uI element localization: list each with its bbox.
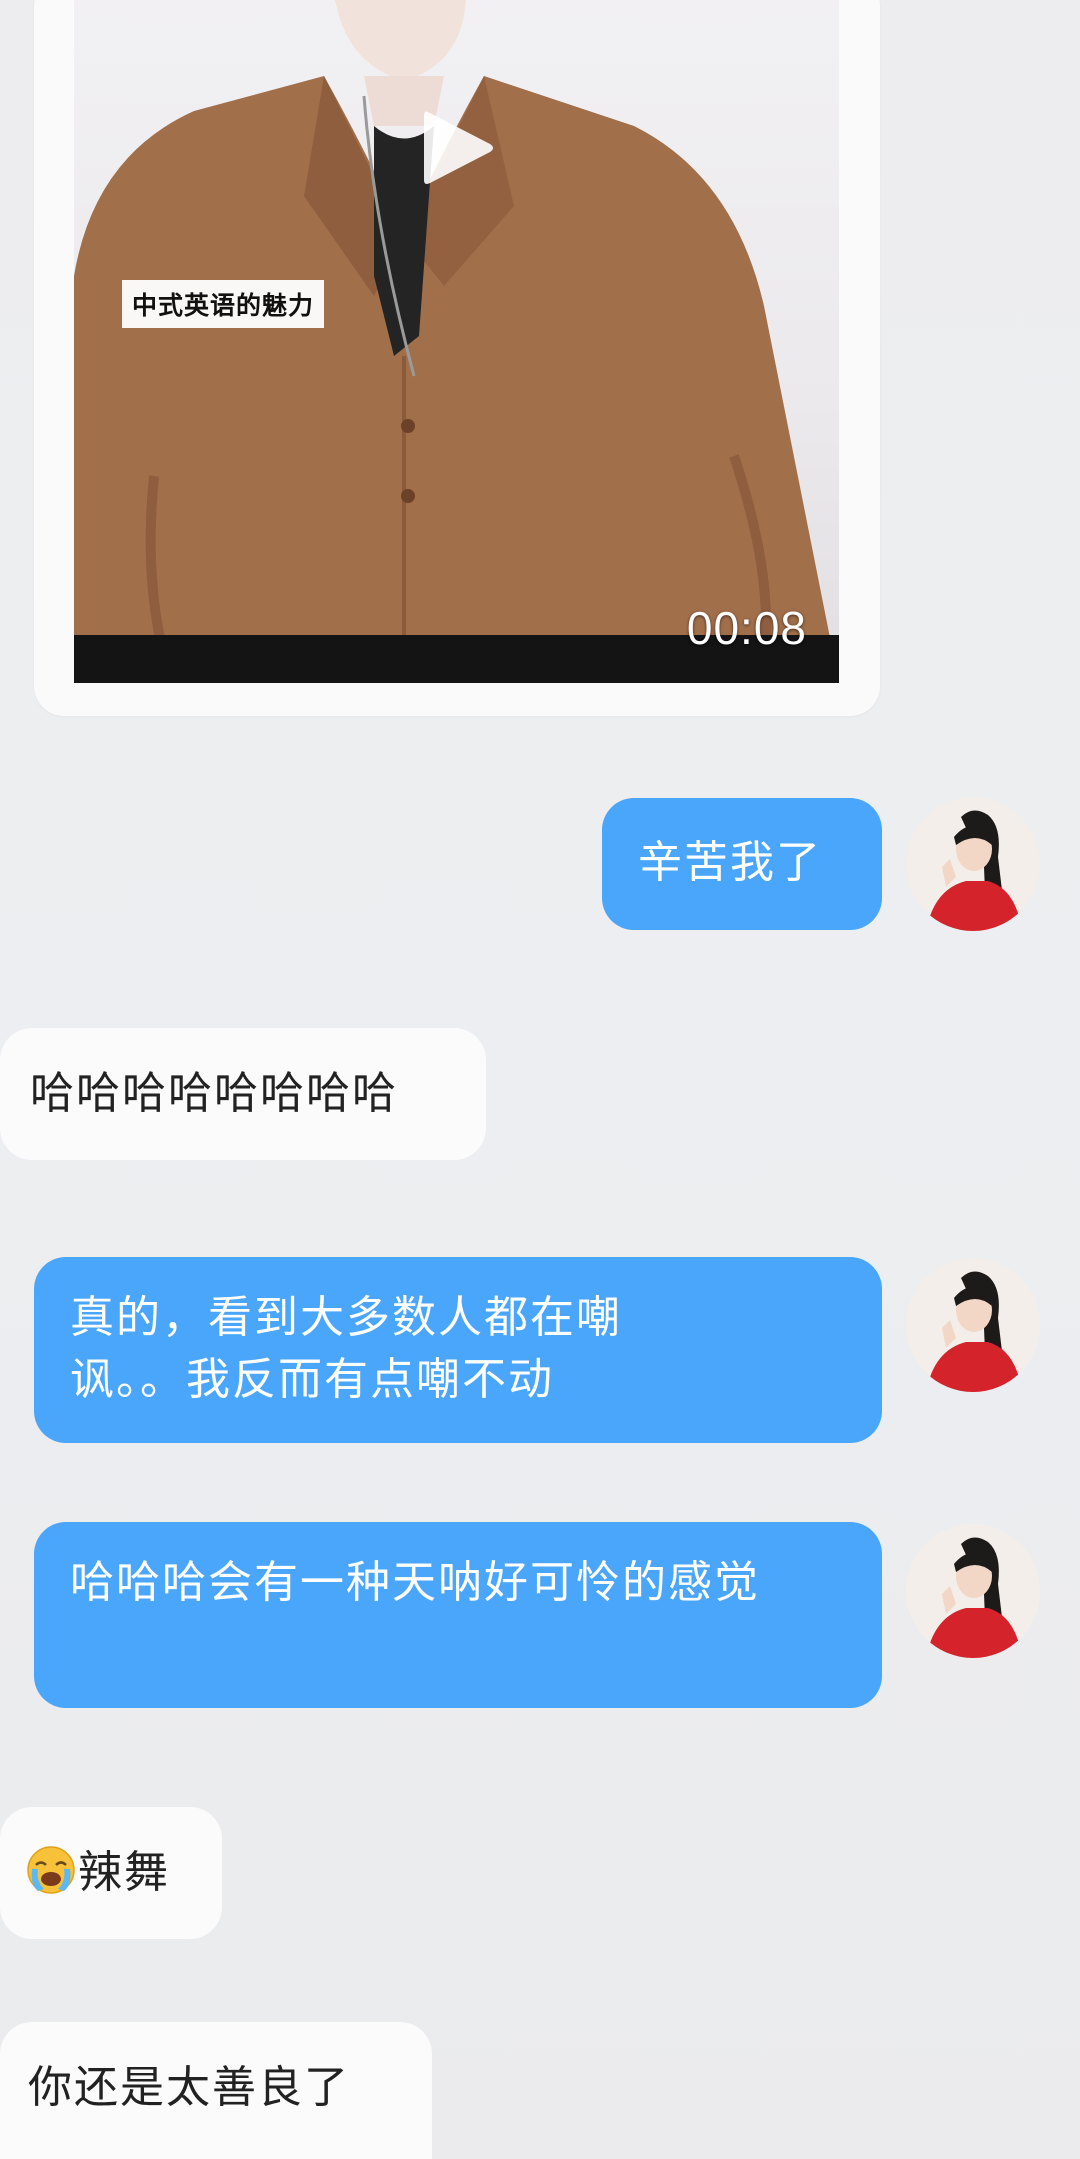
message-text: 真的，看到大多数人都在嘲讽。。我反而有点嘲不动 — [70, 1292, 622, 1405]
video-caption: 中式英语的魅力 — [122, 280, 325, 328]
video-thumbnail[interactable]: 中式英语的魅力 00:08 — [74, 0, 839, 683]
avatar[interactable] — [906, 1524, 1040, 1658]
message-text: 你还是太善良了 — [28, 2062, 350, 2113]
avatar-image — [906, 797, 1040, 931]
loudly-crying-face-icon — [27, 1846, 75, 1894]
message-bubble-outgoing[interactable]: 辛苦我了 — [602, 798, 882, 930]
video-duration: 00:08 — [686, 602, 807, 654]
message-text: 哈哈哈会有一种天呐好可怜的感觉 — [70, 1557, 760, 1608]
message-bubble-incoming[interactable]: 辣舞 — [0, 1807, 222, 1939]
video-thumbnail-image — [74, 0, 839, 683]
avatar-image — [906, 1258, 1040, 1392]
video-message[interactable]: 中式英语的魅力 00:08 — [34, 0, 880, 716]
avatar[interactable] — [906, 797, 1040, 931]
message-text: 辛苦我了 — [638, 837, 822, 888]
message-bubble-incoming[interactable]: 你还是太善良了 — [0, 2022, 432, 2159]
avatar-image — [906, 1524, 1040, 1658]
message-bubble-outgoing[interactable]: 哈哈哈会有一种天呐好可怜的感觉 — [34, 1522, 882, 1708]
message-text: 辣舞 — [78, 1847, 170, 1898]
chat-thread[interactable]: 中式英语的魅力 00:08 辛苦我了 哈哈哈哈哈哈哈哈 真的，看到大多数人都在嘲… — [0, 0, 1080, 2159]
message-text: 哈哈哈哈哈哈哈哈 — [30, 1068, 398, 1119]
message-bubble-outgoing[interactable]: 真的，看到大多数人都在嘲讽。。我反而有点嘲不动 — [34, 1257, 882, 1443]
avatar[interactable] — [906, 1258, 1040, 1392]
play-icon[interactable] — [418, 106, 498, 190]
message-bubble-incoming[interactable]: 哈哈哈哈哈哈哈哈 — [0, 1028, 486, 1160]
